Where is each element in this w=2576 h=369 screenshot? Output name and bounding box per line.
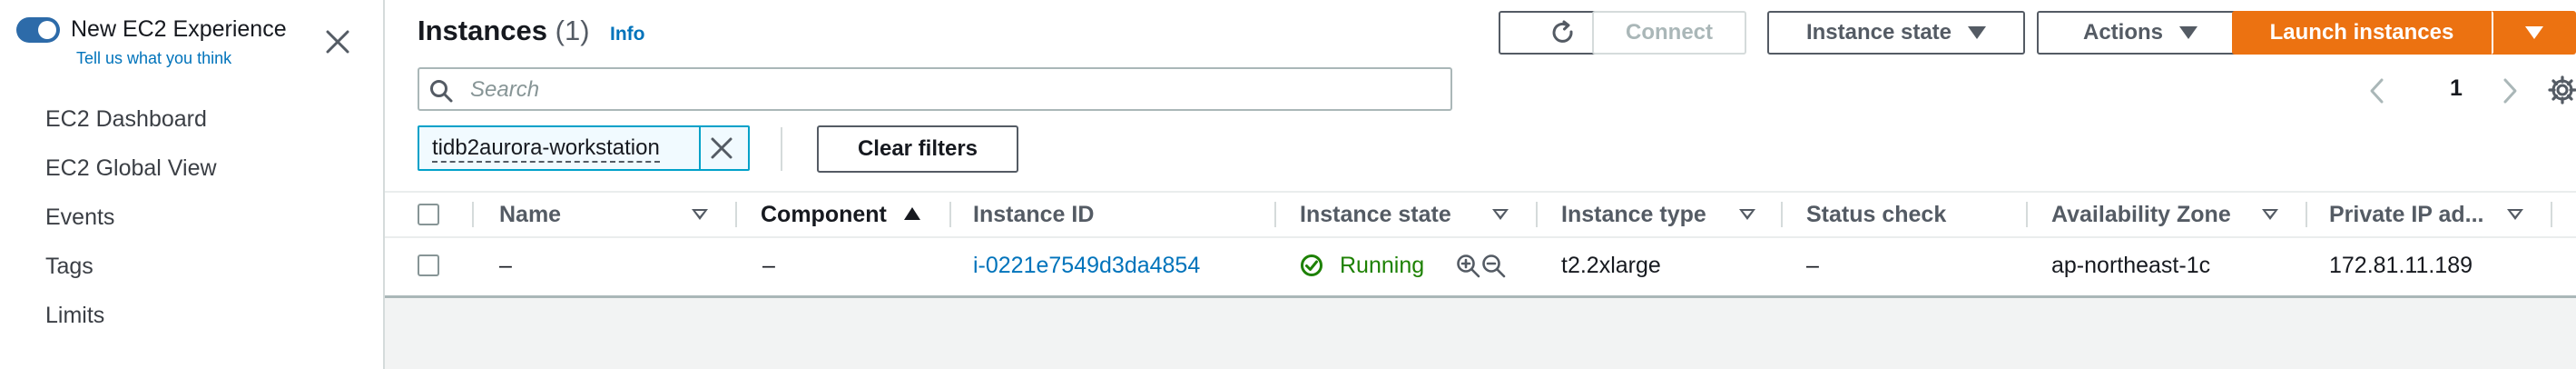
- divider: [781, 127, 782, 171]
- cell-status-check: –: [1806, 253, 1819, 278]
- sort-icon[interactable]: [2507, 209, 2523, 220]
- column-divider: [1536, 202, 1538, 227]
- caret-down-icon: [2524, 26, 2543, 39]
- column-header-component[interactable]: Component: [761, 193, 887, 236]
- sort-icon[interactable]: [1492, 209, 1509, 220]
- sort-ascending-icon[interactable]: [904, 207, 920, 220]
- actions-button[interactable]: Actions: [2037, 11, 2244, 55]
- close-icon[interactable]: [708, 135, 735, 162]
- table-row[interactable]: – – i-0221e7549d3da4854 Running t2.2xlar…: [385, 238, 2576, 293]
- caret-down-icon: [2179, 26, 2197, 39]
- column-divider: [2306, 202, 2307, 227]
- search-icon: [430, 80, 453, 103]
- sidebar-item-ec2-global-view[interactable]: EC2 Global View: [45, 151, 217, 200]
- toggle-knob: [38, 21, 56, 39]
- chevron-left-icon[interactable]: [2367, 76, 2387, 105]
- caret-down-icon: [1968, 26, 1987, 39]
- feedback-link[interactable]: Tell us what you think: [76, 49, 231, 68]
- close-icon[interactable]: [323, 27, 352, 56]
- sort-icon[interactable]: [692, 209, 708, 220]
- column-header-private-ip[interactable]: Private IP ad...: [2329, 193, 2483, 236]
- info-link[interactable]: Info: [610, 24, 644, 45]
- instance-state-label: Instance state: [1805, 20, 1952, 45]
- new-experience-toggle[interactable]: [16, 17, 60, 43]
- sidebar-item-ec2-dashboard[interactable]: EC2 Dashboard: [45, 102, 217, 151]
- column-divider: [1274, 202, 1276, 227]
- column-divider: [472, 202, 474, 227]
- zoom-out-icon[interactable]: [1481, 254, 1507, 279]
- search-bar: [418, 67, 1452, 111]
- column-divider: [735, 202, 737, 227]
- instances-panel: Instances (1) Info Connect Instance stat…: [385, 0, 2576, 298]
- cell-name: –: [499, 253, 512, 278]
- cell-component: –: [762, 253, 775, 278]
- current-page[interactable]: 1: [2450, 75, 2463, 102]
- actions-label: Actions: [2082, 20, 2163, 45]
- instance-count: (1): [555, 15, 590, 46]
- cell-instance-type: t2.2xlarge: [1561, 253, 1661, 278]
- column-header-name[interactable]: Name: [499, 193, 561, 236]
- connect-button[interactable]: Connect: [1592, 11, 1746, 55]
- cell-private-ip: 172.81.11.189: [2329, 253, 2473, 278]
- instance-state-button[interactable]: Instance state: [1767, 11, 2025, 55]
- clear-filters-button[interactable]: Clear filters: [817, 125, 1018, 173]
- page-title-text: Instances: [418, 15, 548, 46]
- row-checkbox[interactable]: [418, 254, 439, 276]
- page-title: Instances (1): [418, 15, 590, 47]
- search-input[interactable]: [468, 75, 1434, 105]
- main-content: Instances (1) Info Connect Instance stat…: [385, 0, 2576, 369]
- filter-token-divider: [699, 127, 701, 169]
- column-header-instance-id[interactable]: Instance ID: [973, 193, 1094, 236]
- column-divider: [2551, 202, 2552, 227]
- filter-token-label: tidb2aurora-workstation: [432, 135, 660, 163]
- chevron-right-icon[interactable]: [2500, 76, 2520, 105]
- column-header-instance-state[interactable]: Instance state: [1300, 193, 1451, 236]
- column-divider: [949, 202, 951, 227]
- gear-icon[interactable]: [2547, 75, 2576, 105]
- check-circle-icon: [1301, 254, 1322, 276]
- pagination: 1: [2353, 71, 2576, 111]
- column-divider: [2026, 202, 2028, 227]
- select-all-checkbox[interactable]: [418, 204, 439, 225]
- sort-icon[interactable]: [2262, 209, 2278, 220]
- zoom-in-icon[interactable]: [1456, 254, 1481, 279]
- launch-dropdown-button[interactable]: [2492, 11, 2576, 55]
- column-header-availability-zone[interactable]: Availability Zone: [2051, 193, 2231, 236]
- sidebar-nav: EC2 Dashboard EC2 Global View Events Tag…: [45, 102, 217, 347]
- sidebar-item-limits[interactable]: Limits: [45, 298, 217, 347]
- sidebar: New EC2 Experience Tell us what you thin…: [0, 0, 385, 369]
- instance-state-value: Running: [1340, 253, 1425, 278]
- filter-token[interactable]: tidb2aurora-workstation: [418, 125, 750, 171]
- sort-icon[interactable]: [1739, 209, 1755, 220]
- instance-id-link[interactable]: i-0221e7549d3da4854: [973, 238, 1200, 293]
- column-divider: [1781, 202, 1783, 227]
- experience-title: New EC2 Experience: [71, 16, 287, 42]
- sidebar-item-events[interactable]: Events: [45, 200, 217, 249]
- sidebar-item-tags[interactable]: Tags: [45, 249, 217, 298]
- column-header-instance-type[interactable]: Instance type: [1561, 193, 1706, 236]
- cell-availability-zone: ap-northeast-1c: [2051, 253, 2211, 278]
- table-header: Name Component Instance ID Instance stat…: [385, 191, 2576, 238]
- column-header-status-check[interactable]: Status check: [1806, 193, 1946, 236]
- refresh-icon: [1552, 20, 1573, 43]
- launch-instances-button[interactable]: Launch instances: [2232, 11, 2492, 55]
